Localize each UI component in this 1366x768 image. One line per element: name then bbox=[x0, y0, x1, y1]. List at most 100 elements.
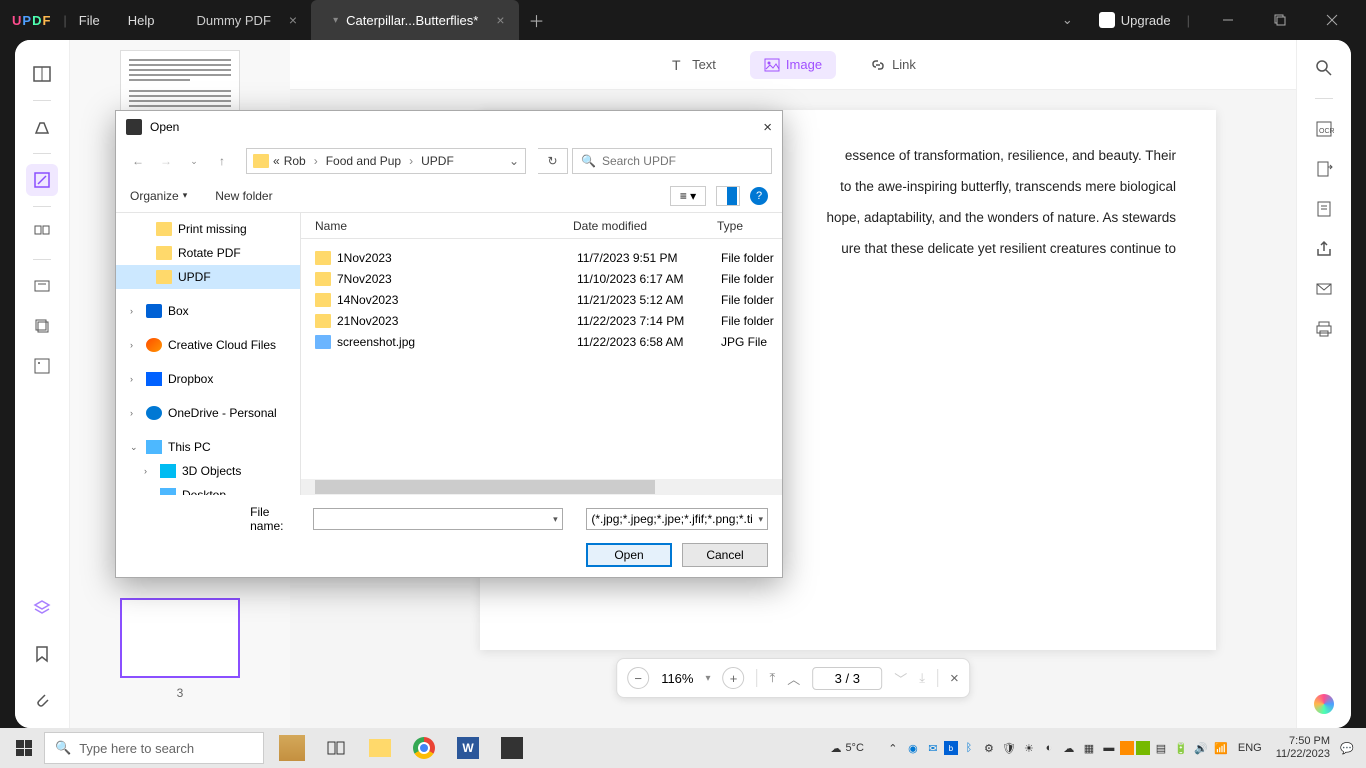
filetype-filter[interactable]: (*.jpg;*.jpeg;*.jpe;*.jfif;*.png;*.ti▾ bbox=[586, 508, 768, 530]
text-tool-button[interactable]: T Text bbox=[656, 51, 730, 79]
dialog-search[interactable]: 🔍 bbox=[572, 148, 772, 174]
tray-icon[interactable]: ▬ bbox=[1100, 739, 1118, 757]
weather-widget[interactable]: ☁ 5°C bbox=[830, 742, 863, 755]
highlight-tool-icon[interactable] bbox=[26, 111, 58, 143]
prev-page-icon[interactable]: ︿ bbox=[787, 669, 800, 688]
ocr-tool-icon[interactable] bbox=[26, 270, 58, 302]
crop-tool-icon[interactable] bbox=[26, 310, 58, 342]
folder-tree[interactable]: Print missing Rotate PDF UPDF ›Box ›Crea… bbox=[116, 213, 301, 495]
tray-bluetooth-icon[interactable]: ᛒ bbox=[960, 739, 978, 757]
maximize-button[interactable] bbox=[1258, 0, 1302, 40]
nav-up-button[interactable]: ↑ bbox=[210, 149, 234, 173]
zoom-out-button[interactable]: − bbox=[627, 667, 649, 689]
ocr-icon[interactable]: OCR bbox=[1314, 119, 1334, 139]
menu-help[interactable]: Help bbox=[128, 13, 155, 28]
breadcrumb-dropdown-icon[interactable]: ⌄ bbox=[509, 154, 519, 168]
image-tool-button[interactable]: Image bbox=[750, 51, 836, 79]
breadcrumb-item[interactable]: UPDF bbox=[421, 154, 454, 168]
file-row[interactable]: 14Nov202311/21/2023 5:12 AMFile folder bbox=[301, 289, 782, 310]
tree-item-selected[interactable]: UPDF bbox=[116, 265, 300, 289]
bookmark-icon[interactable] bbox=[26, 638, 58, 670]
first-page-icon[interactable]: ⤒ bbox=[770, 670, 776, 686]
search-input[interactable] bbox=[602, 154, 763, 168]
tree-item[interactable]: ›Box bbox=[116, 299, 300, 323]
tray-icon[interactable]: ◉ bbox=[904, 739, 922, 757]
tray-outlook-icon[interactable]: ✉ bbox=[924, 739, 942, 757]
upgrade-button[interactable]: Upgrade bbox=[1099, 12, 1171, 28]
tray-onedrive-icon[interactable]: ☁ bbox=[1060, 739, 1078, 757]
reader-tool-icon[interactable] bbox=[26, 58, 58, 90]
tray-icon[interactable]: 🛡 bbox=[1000, 739, 1018, 757]
tab-caterpillar[interactable]: ▾ Caterpillar...Butterflies* × bbox=[311, 0, 518, 40]
help-button[interactable]: ? bbox=[750, 187, 768, 205]
column-type[interactable]: Type bbox=[717, 219, 777, 233]
attachment-icon[interactable] bbox=[26, 684, 58, 716]
export-icon[interactable] bbox=[1314, 159, 1334, 179]
tree-item[interactable]: ›Dropbox bbox=[116, 367, 300, 391]
horizontal-scrollbar[interactable] bbox=[301, 479, 782, 495]
close-button[interactable] bbox=[1310, 0, 1354, 40]
close-zoombar-icon[interactable]: × bbox=[950, 670, 959, 687]
tray-icon[interactable]: ⌃ bbox=[884, 739, 902, 757]
zoom-in-button[interactable]: + bbox=[723, 667, 745, 689]
nav-history-chevron-icon[interactable]: ⌄ bbox=[182, 149, 206, 173]
task-view-icon[interactable] bbox=[314, 728, 358, 768]
tray-icon[interactable]: ☀ bbox=[1020, 739, 1038, 757]
layers-icon[interactable] bbox=[26, 592, 58, 624]
tree-item[interactable]: ›3D Objects bbox=[116, 459, 300, 483]
language-indicator[interactable]: ENG bbox=[1238, 742, 1262, 754]
close-icon[interactable]: × bbox=[496, 12, 504, 28]
tree-item[interactable]: ›OneDrive - Personal bbox=[116, 401, 300, 425]
edit-tool-icon[interactable] bbox=[26, 164, 58, 196]
chevron-down-icon[interactable]: ▾ bbox=[333, 15, 338, 26]
new-folder-button[interactable]: New folder bbox=[215, 189, 272, 203]
file-row[interactable]: 21Nov202311/22/2023 7:14 PMFile folder bbox=[301, 310, 782, 331]
minimize-button[interactable] bbox=[1206, 0, 1250, 40]
tray-icon[interactable]: ▦ bbox=[1080, 739, 1098, 757]
cancel-button[interactable]: Cancel bbox=[682, 543, 768, 567]
tree-item[interactable]: Rotate PDF bbox=[116, 241, 300, 265]
print-icon[interactable] bbox=[1314, 319, 1334, 339]
breadcrumb-item[interactable]: Rob bbox=[284, 154, 306, 168]
file-row[interactable]: screenshot.jpg11/22/2023 6:58 AMJPG File bbox=[301, 331, 782, 352]
nav-forward-button[interactable]: → bbox=[154, 149, 178, 173]
tab-dummy-pdf[interactable]: Dummy PDF × bbox=[183, 0, 312, 40]
updf-taskbar-icon[interactable] bbox=[490, 728, 534, 768]
view-mode-button[interactable]: ≡ ▾ bbox=[670, 186, 706, 206]
open-button[interactable]: Open bbox=[586, 543, 672, 567]
menu-file[interactable]: File bbox=[79, 13, 100, 28]
zoom-dropdown-icon[interactable]: ▾ bbox=[705, 673, 710, 684]
close-icon[interactable]: × bbox=[289, 12, 297, 28]
list-header[interactable]: Name Date modified Type bbox=[301, 213, 782, 239]
tree-item[interactable]: Desktop bbox=[116, 483, 300, 495]
page-input[interactable]: 3 / 3 bbox=[812, 667, 882, 690]
organize-tool-icon[interactable] bbox=[26, 217, 58, 249]
compress-icon[interactable] bbox=[1314, 199, 1334, 219]
tree-item[interactable]: ⌄This PC bbox=[116, 435, 300, 459]
last-page-icon[interactable]: ⤓ bbox=[919, 670, 925, 686]
column-name[interactable]: Name bbox=[315, 219, 573, 233]
refresh-button[interactable]: ↻ bbox=[538, 148, 568, 174]
nav-back-button[interactable]: ← bbox=[126, 149, 150, 173]
dialog-close-button[interactable]: × bbox=[763, 119, 772, 136]
column-date[interactable]: Date modified bbox=[573, 219, 717, 233]
tray-box-icon[interactable]: b bbox=[944, 741, 958, 755]
tree-item[interactable]: ›Creative Cloud Files bbox=[116, 333, 300, 357]
file-explorer-icon[interactable] bbox=[358, 728, 402, 768]
page-thumbnail-selected[interactable] bbox=[120, 598, 240, 678]
form-tool-icon[interactable] bbox=[26, 350, 58, 382]
email-icon[interactable] bbox=[1314, 279, 1334, 299]
cortana-icon[interactable] bbox=[270, 728, 314, 768]
tray-nvidia-icon[interactable] bbox=[1136, 741, 1150, 755]
tray-icon[interactable] bbox=[1120, 741, 1134, 755]
clock[interactable]: 7:50 PM 11/22/2023 bbox=[1276, 735, 1330, 761]
tray-volume-icon[interactable]: 🔊 bbox=[1192, 739, 1210, 757]
share-icon[interactable] bbox=[1314, 239, 1334, 259]
start-button[interactable] bbox=[4, 728, 44, 768]
organize-button[interactable]: Organize ▾ bbox=[130, 189, 187, 203]
link-tool-button[interactable]: Link bbox=[856, 51, 930, 79]
preview-pane-button[interactable] bbox=[716, 186, 740, 206]
tree-item[interactable]: Print missing bbox=[116, 217, 300, 241]
filename-input[interactable]: ▾ bbox=[313, 508, 563, 530]
tray-icon[interactable]: ⚙ bbox=[980, 739, 998, 757]
